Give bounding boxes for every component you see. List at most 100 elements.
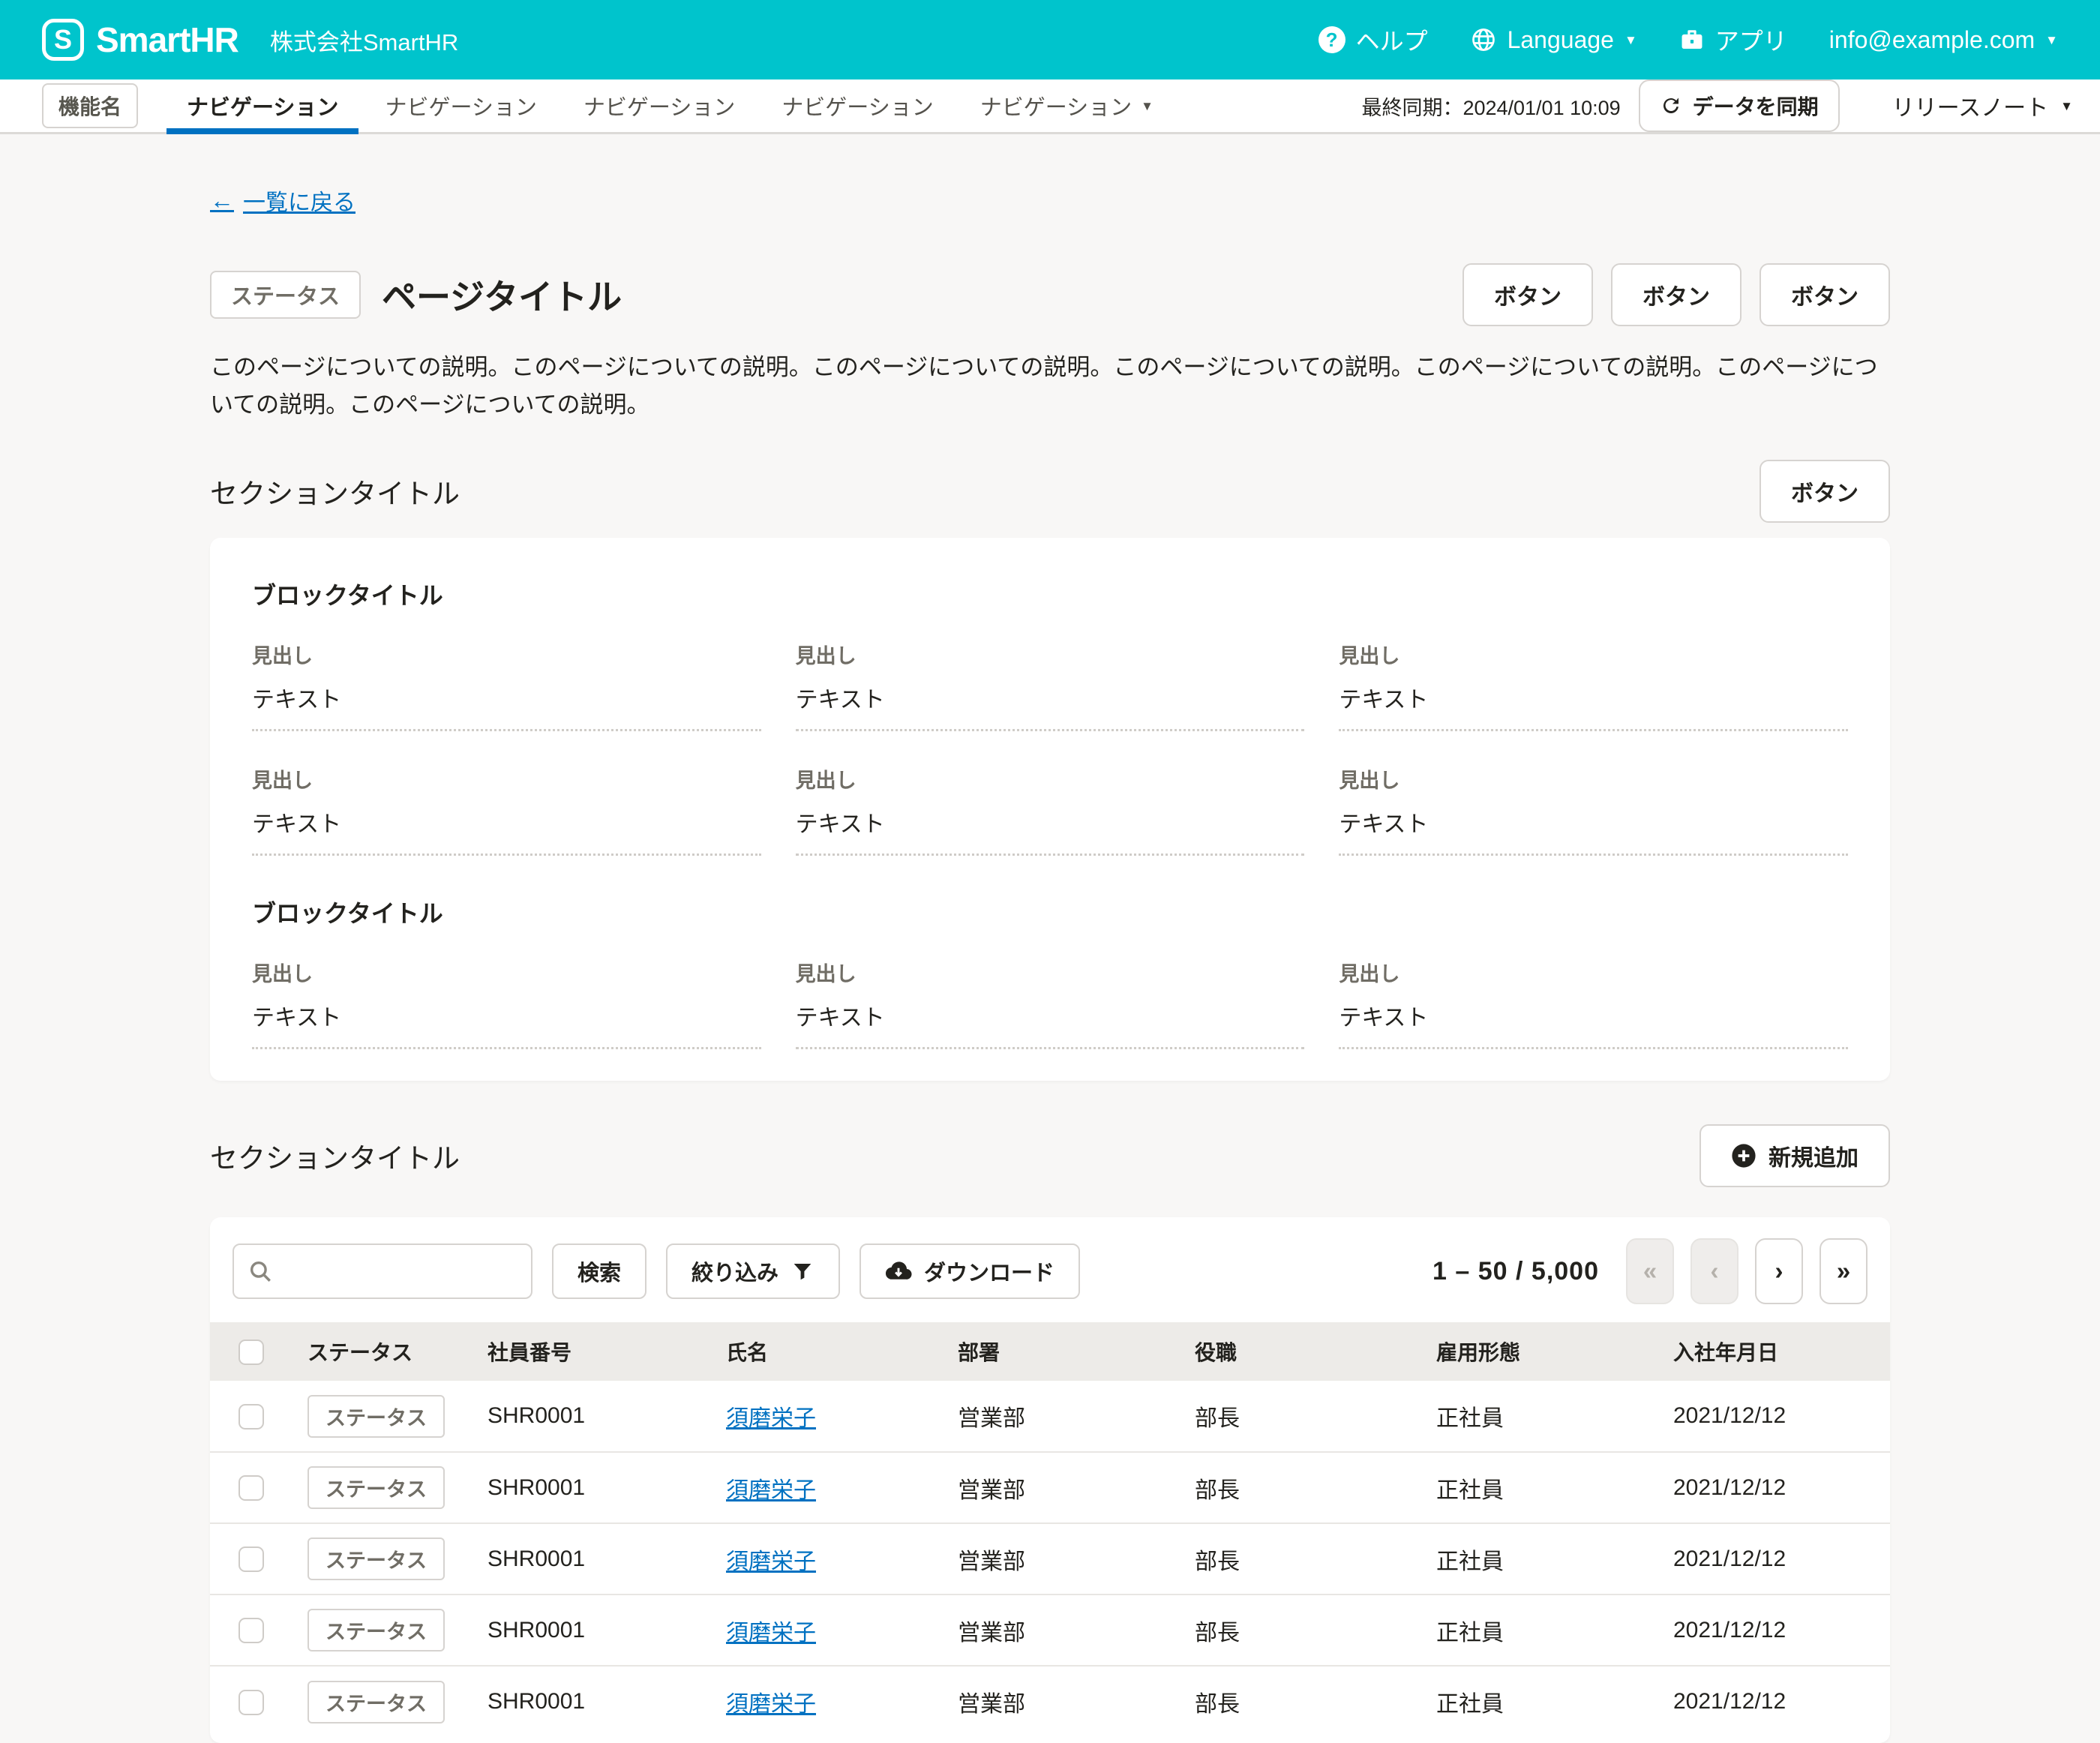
field: 見出し テキスト (252, 958, 761, 1049)
column-header-position: 役職 (1195, 1322, 1436, 1381)
row-checkbox[interactable] (238, 1475, 264, 1501)
account-email: info@example.com (1829, 26, 2035, 54)
apps-label: アプリ (1715, 22, 1787, 57)
section-1-header: セクションタイトル ボタン (210, 460, 1890, 523)
nav-item-2[interactable]: ナビゲーション (364, 80, 556, 132)
page-title: ページタイトル (382, 270, 622, 320)
page-action-button-3[interactable]: ボタン (1760, 263, 1890, 326)
download-label: ダウンロード (924, 1256, 1054, 1287)
nav-item-label: ナビゲーション (584, 90, 735, 122)
pagination-next-button[interactable]: › (1755, 1238, 1803, 1304)
search-button[interactable]: 検索 (552, 1244, 646, 1299)
smarthr-logo-text: SmartHR (96, 20, 238, 60)
pagination: 1 – 50 / 5,000 « ‹ › » (1432, 1238, 1868, 1304)
refresh-icon (1660, 94, 1682, 117)
cell-hire-date: 2021/12/12 (1673, 1523, 1890, 1594)
page-header: ステータス ページタイトル ボタン ボタン ボタン (210, 263, 1890, 326)
table-row: ステータス SHR0001 須磨栄子 営業部 部長 正社員 2021/12/12 (210, 1666, 1890, 1737)
field: 見出し テキスト (796, 764, 1305, 856)
section-1-button[interactable]: ボタン (1760, 460, 1890, 523)
nav-item-label: ナビゲーション (782, 90, 933, 122)
filter-button[interactable]: 絞り込み (666, 1244, 840, 1299)
release-notes-dropdown[interactable]: リリースノート ▼ (1865, 89, 2100, 122)
field-label: 見出し (796, 640, 1305, 669)
nav-item-1[interactable]: ナビゲーション (166, 80, 358, 132)
help-label: ヘルプ (1356, 22, 1428, 57)
employee-name-link[interactable]: 須磨栄子 (726, 1550, 816, 1574)
nav-item-4[interactable]: ナビゲーション (761, 80, 953, 132)
sync-data-button[interactable]: データを同期 (1639, 80, 1840, 132)
pagination-prev-button[interactable]: ‹ (1690, 1238, 1738, 1304)
block-2-title: ブロックタイトル (252, 895, 1848, 929)
row-checkbox[interactable] (238, 1546, 264, 1572)
field: 見出し テキスト (1339, 640, 1848, 731)
employee-name-link[interactable]: 須磨栄子 (726, 1478, 816, 1503)
header-actions: ? ヘルプ Language ▼ アプリ (1318, 22, 2058, 57)
table-row: ステータス SHR0001 須磨栄子 営業部 部長 正社員 2021/12/12 (210, 1523, 1890, 1594)
section-1-title: セクションタイトル (210, 471, 460, 512)
cell-employment-type: 正社員 (1436, 1381, 1673, 1452)
app-header: S SmartHR 株式会社SmartHR ? ヘルプ Language ▼ (0, 0, 2100, 80)
row-checkbox[interactable] (238, 1690, 264, 1715)
table-row: ステータス SHR0001 須磨栄子 営業部 部長 正社員 2021/12/12 (210, 1381, 1890, 1452)
search-input[interactable] (282, 1259, 518, 1284)
account-menu[interactable]: info@example.com ▼ (1829, 26, 2058, 54)
feature-name-badge: 機能名 (42, 83, 138, 128)
cloud-download-icon (885, 1258, 912, 1285)
employee-name-link[interactable]: 須磨栄子 (726, 1406, 816, 1431)
table-card: 検索 絞り込み ダウンロード 1 – 50 (210, 1217, 1890, 1743)
help-menu[interactable]: ? ヘルプ (1318, 22, 1428, 57)
cell-department: 営業部 (958, 1594, 1195, 1666)
apps-menu[interactable]: アプリ (1679, 22, 1787, 57)
nav-right: 最終同期：2024/01/01 10:09 データを同期 リリースノート ▼ (1361, 80, 2100, 132)
page-description: このページについての説明。このページについての説明。このページについての説明。こ… (210, 349, 1890, 424)
field-value: テキスト (252, 806, 761, 856)
cell-department: 営業部 (958, 1452, 1195, 1523)
help-icon: ? (1318, 26, 1346, 53)
block-2: ブロックタイトル 見出し テキスト 見出し テキスト 見出し テキスト (252, 895, 1848, 1049)
download-button[interactable]: ダウンロード (860, 1244, 1080, 1299)
nav-item-label: ナビゲーション (980, 90, 1132, 122)
pagination-last-button[interactable]: » (1820, 1238, 1868, 1304)
field-label: 見出し (796, 958, 1305, 987)
chevron-down-icon: ▼ (2060, 100, 2073, 112)
smarthr-logo-icon: S (42, 19, 84, 61)
employee-name-link[interactable]: 須磨栄子 (726, 1692, 816, 1717)
status-badge: ステータス (308, 1466, 445, 1509)
sync-data-label: データを同期 (1693, 91, 1819, 121)
briefcase-icon (1679, 27, 1705, 52)
block-1-fields: 見出し テキスト 見出し テキスト 見出し テキスト 見出し テキスト 見出し (252, 640, 1848, 856)
globe-icon (1470, 26, 1497, 53)
cell-department: 営業部 (958, 1666, 1195, 1737)
add-new-button[interactable]: 新規追加 (1700, 1124, 1890, 1187)
field-label: 見出し (252, 764, 761, 794)
language-menu[interactable]: Language ▼ (1470, 26, 1637, 54)
nav-item-label: ナビゲーション (187, 90, 338, 122)
page-action-button-2[interactable]: ボタン (1611, 263, 1742, 326)
nav-item-5-dropdown[interactable]: ナビゲーション ▼ (960, 80, 1174, 132)
select-all-checkbox[interactable] (238, 1340, 264, 1365)
row-checkbox[interactable] (238, 1618, 264, 1643)
row-checkbox[interactable] (238, 1404, 264, 1430)
smarthr-logo[interactable]: S SmartHR (42, 19, 238, 61)
page-status-badge: ステータス (210, 271, 361, 319)
nav-item-3[interactable]: ナビゲーション (563, 80, 755, 132)
cell-employee-no: SHR0001 (488, 1594, 726, 1666)
cell-hire-date: 2021/12/12 (1673, 1452, 1890, 1523)
page-action-button-1[interactable]: ボタン (1462, 263, 1593, 326)
cell-employee-no: SHR0001 (488, 1666, 726, 1737)
back-to-list-link[interactable]: ← 一覧に戻る (210, 184, 356, 217)
employee-table: ステータス 社員番号 氏名 部署 役職 雇用形態 入社年月日 ステータス SHR… (210, 1322, 1890, 1737)
back-link-label: 一覧に戻る (243, 184, 356, 217)
pagination-first-button[interactable]: « (1626, 1238, 1674, 1304)
field-value: テキスト (1339, 681, 1848, 731)
employee-name-link[interactable]: 須磨栄子 (726, 1621, 816, 1646)
chevron-down-icon: ▼ (1624, 34, 1637, 46)
column-header-department: 部署 (958, 1322, 1195, 1381)
field: 見出し テキスト (796, 958, 1305, 1049)
cell-employee-no: SHR0001 (488, 1381, 726, 1452)
cell-hire-date: 2021/12/12 (1673, 1594, 1890, 1666)
cell-hire-date: 2021/12/12 (1673, 1381, 1890, 1452)
block-1-title: ブロックタイトル (252, 577, 1848, 611)
plus-circle-icon (1731, 1143, 1756, 1168)
